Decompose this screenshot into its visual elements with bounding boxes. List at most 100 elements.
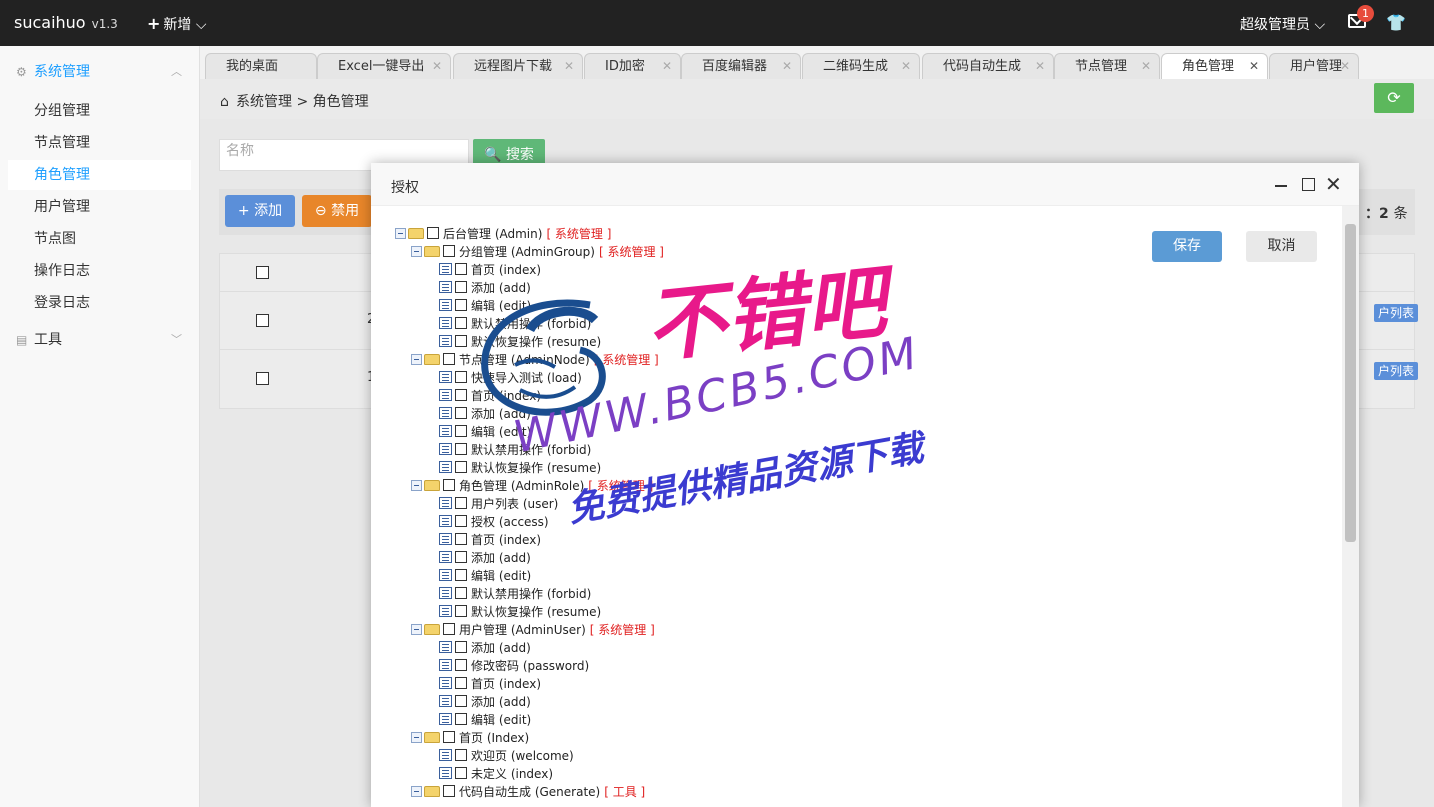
sidebar-group-system[interactable]: ⚙ 系统管理 ︿	[0, 50, 200, 94]
tab-baidu-editor[interactable]: 百度编辑器 ✕	[681, 53, 801, 79]
node-label[interactable]: 编辑 (edit)	[471, 569, 531, 583]
node-label[interactable]: 首页 (index)	[471, 263, 541, 277]
node-label[interactable]: 默认恢复操作 (resume)	[471, 605, 601, 619]
permission-checkbox[interactable]	[455, 767, 467, 779]
add-button[interactable]: + 添加	[225, 195, 295, 227]
permission-checkbox[interactable]	[443, 479, 455, 491]
close-icon[interactable]: ✕	[564, 54, 574, 79]
close-icon[interactable]: ✕	[901, 54, 911, 79]
tab-code-generate[interactable]: 代码自动生成 ✕	[922, 53, 1054, 79]
node-label[interactable]: 未定义 (index)	[471, 767, 553, 781]
node-label[interactable]: 节点管理 (AdminNode)	[459, 353, 590, 367]
save-button[interactable]: 保存	[1152, 231, 1222, 262]
refresh-button[interactable]: ⟳	[1374, 83, 1414, 113]
tab-id-encrypt[interactable]: ID加密 ✕	[584, 53, 681, 79]
minimize-icon[interactable]	[1275, 185, 1287, 187]
node-label[interactable]: 授权 (access)	[471, 515, 549, 529]
permission-checkbox[interactable]	[455, 497, 467, 509]
permission-checkbox[interactable]	[455, 695, 467, 707]
node-label[interactable]: 用户列表 (user)	[471, 497, 558, 511]
close-icon[interactable]: ✕	[1035, 54, 1045, 79]
admin-menu[interactable]: 超级管理员 ⌵	[1240, 14, 1325, 34]
permission-checkbox[interactable]	[455, 299, 467, 311]
tab-desktop[interactable]: 我的桌面	[205, 53, 317, 79]
tab-user[interactable]: 用户管理 ✕	[1269, 53, 1359, 79]
dialog-scrollbar[interactable]	[1342, 206, 1359, 807]
sidebar-item-login-log[interactable]: 登录日志	[8, 288, 191, 318]
tree-toggle-icon[interactable]	[411, 786, 422, 797]
node-label[interactable]: 默认禁用操作 (forbid)	[471, 587, 591, 601]
permission-checkbox[interactable]	[455, 713, 467, 725]
permission-checkbox[interactable]	[455, 335, 467, 347]
close-icon[interactable]: ✕	[1340, 54, 1350, 79]
permission-checkbox[interactable]	[455, 569, 467, 581]
tree-toggle-icon[interactable]	[395, 228, 406, 239]
tab-remote-image[interactable]: 远程图片下载 ✕	[453, 53, 583, 79]
node-label[interactable]: 添加 (add)	[471, 695, 531, 709]
cancel-button[interactable]: 取消	[1246, 231, 1317, 262]
tree-toggle-icon[interactable]	[411, 480, 422, 491]
sidebar-item-node-map[interactable]: 节点图	[8, 224, 191, 254]
node-label[interactable]: 添加 (add)	[471, 551, 531, 565]
permission-checkbox[interactable]	[455, 677, 467, 689]
sidebar-group-tools[interactable]: ▤ 工具 ﹀	[0, 318, 200, 362]
node-label[interactable]: 欢迎页 (welcome)	[471, 749, 574, 763]
tree-toggle-icon[interactable]	[411, 354, 422, 365]
node-label[interactable]: 角色管理 (AdminRole)	[459, 479, 584, 493]
node-label[interactable]: 首页 (index)	[471, 677, 541, 691]
brand[interactable]: sucaihuo v1.3	[14, 13, 118, 32]
breadcrumb-root[interactable]: 系统管理	[236, 94, 292, 110]
node-label[interactable]: 添加 (add)	[471, 407, 531, 421]
node-label[interactable]: 首页 (index)	[471, 533, 541, 547]
permission-checkbox[interactable]	[455, 551, 467, 563]
node-label[interactable]: 默认禁用操作 (forbid)	[471, 317, 591, 331]
permission-checkbox[interactable]	[443, 623, 455, 635]
permission-checkbox[interactable]	[455, 749, 467, 761]
maximize-icon[interactable]	[1302, 178, 1315, 191]
permission-checkbox[interactable]	[455, 659, 467, 671]
permission-checkbox[interactable]	[455, 641, 467, 653]
close-icon[interactable]: ✕	[432, 54, 442, 79]
close-icon[interactable]: ✕	[1141, 54, 1151, 79]
node-label[interactable]: 修改密码 (password)	[471, 659, 589, 673]
node-label[interactable]: 默认恢复操作 (resume)	[471, 461, 601, 475]
node-label[interactable]: 默认禁用操作 (forbid)	[471, 443, 591, 457]
sidebar-item-node[interactable]: 节点管理	[8, 128, 191, 158]
permission-checkbox[interactable]	[427, 227, 439, 239]
ban-button[interactable]: ⊖ 禁用	[302, 195, 372, 227]
permission-checkbox[interactable]	[443, 785, 455, 797]
close-icon[interactable]: ✕	[782, 54, 792, 79]
user-list-button[interactable]: 户列表	[1374, 304, 1418, 322]
node-label[interactable]: 快速导入测试 (load)	[471, 371, 582, 385]
sidebar-item-user[interactable]: 用户管理	[8, 192, 191, 222]
close-icon[interactable]: ✕	[1325, 174, 1342, 194]
sidebar-item-role[interactable]: 角色管理	[8, 160, 191, 190]
permission-checkbox[interactable]	[455, 371, 467, 383]
scrollbar-thumb[interactable]	[1345, 224, 1356, 542]
tree-toggle-icon[interactable]	[411, 624, 422, 635]
tab-qrcode[interactable]: 二维码生成 ✕	[802, 53, 920, 79]
permission-checkbox[interactable]	[455, 461, 467, 473]
permission-checkbox[interactable]	[455, 515, 467, 527]
tab-excel-export[interactable]: Excel一键导出 ✕	[317, 53, 451, 79]
new-menu-button[interactable]: + 新增 ⌵	[147, 14, 206, 34]
node-label[interactable]: 默认恢复操作 (resume)	[471, 335, 601, 349]
node-label[interactable]: 后台管理 (Admin)	[443, 227, 542, 241]
permission-checkbox[interactable]	[443, 353, 455, 365]
sidebar-item-group[interactable]: 分组管理	[8, 96, 191, 126]
permission-checkbox[interactable]	[455, 605, 467, 617]
permission-checkbox[interactable]	[455, 443, 467, 455]
permission-checkbox[interactable]	[455, 263, 467, 275]
node-label[interactable]: 编辑 (edit)	[471, 299, 531, 313]
node-label[interactable]: 分组管理 (AdminGroup)	[459, 245, 595, 259]
user-list-button[interactable]: 户列表	[1374, 362, 1418, 380]
tree-toggle-icon[interactable]	[411, 246, 422, 257]
skin-icon[interactable]: 👕	[1386, 15, 1406, 31]
node-label[interactable]: 用户管理 (AdminUser)	[459, 623, 586, 637]
node-label[interactable]: 编辑 (edit)	[471, 425, 531, 439]
node-label[interactable]: 代码自动生成 (Generate)	[459, 785, 600, 799]
tab-role[interactable]: 角色管理 ✕	[1161, 53, 1268, 79]
row-checkbox[interactable]	[256, 372, 269, 385]
permission-checkbox[interactable]	[443, 731, 455, 743]
close-icon[interactable]: ✕	[662, 54, 672, 79]
